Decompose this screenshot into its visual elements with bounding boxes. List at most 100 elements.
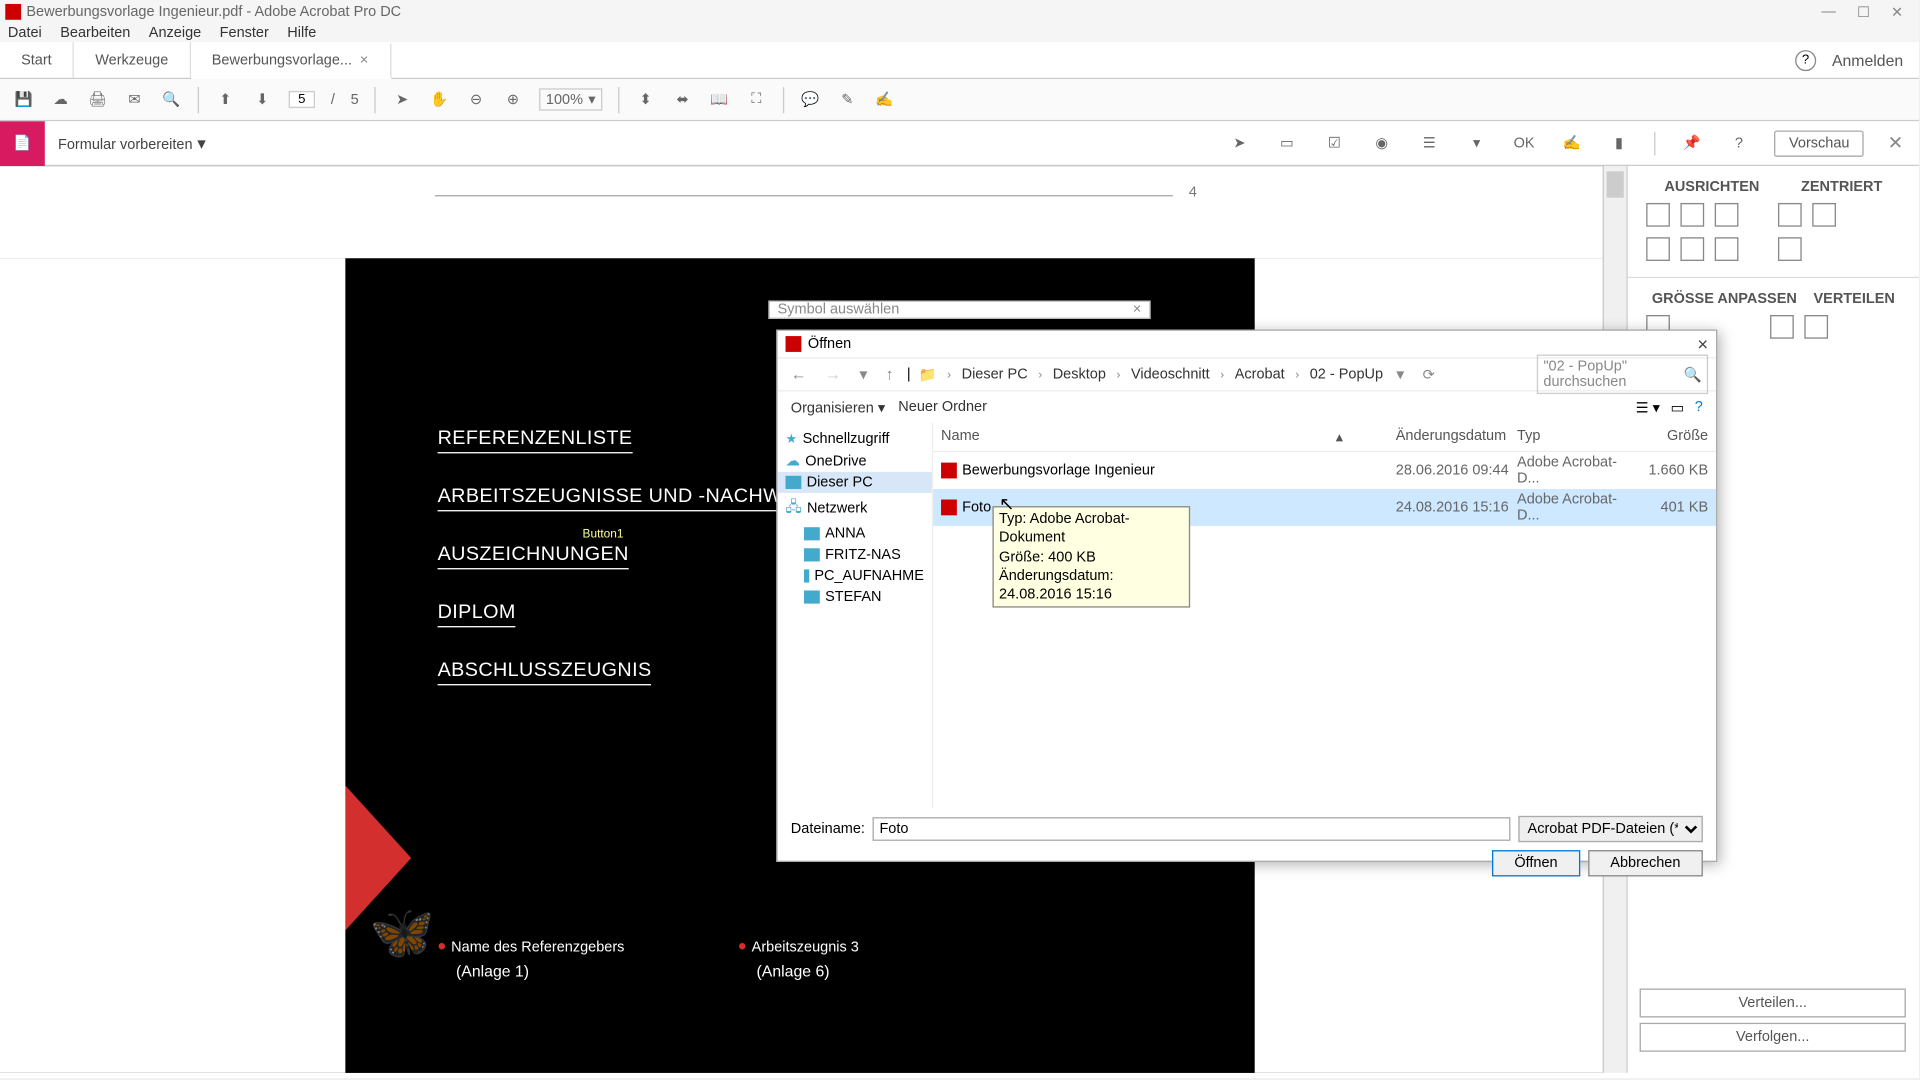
align-bottom-icon[interactable]	[1715, 237, 1739, 261]
breadcrumb[interactable]: Dieser PC	[962, 366, 1028, 382]
fit-page-icon[interactable]: ⬌	[672, 89, 693, 110]
column-size[interactable]: Größe	[1636, 428, 1708, 445]
page-up-icon[interactable]: ⬆	[215, 89, 236, 110]
file-type-select[interactable]: Acrobat PDF-Dateien (*.pdf)	[1518, 816, 1703, 842]
preview-button[interactable]: Vorschau	[1775, 130, 1864, 156]
new-folder-button[interactable]: Neuer Ordner	[898, 399, 987, 415]
reading-mode-icon[interactable]: 📖	[709, 89, 730, 110]
tree-this-pc[interactable]: Dieser PC	[778, 472, 932, 493]
tree-onedrive[interactable]: ☁OneDrive	[778, 449, 932, 471]
help-icon[interactable]: ?	[1795, 49, 1816, 70]
nav-up-icon[interactable]: ↑	[880, 365, 898, 383]
list-icon[interactable]: ☰	[1417, 131, 1441, 155]
signature-field-icon[interactable]: ✍	[1560, 131, 1584, 155]
view-mode-icon[interactable]: ☰ ▾	[1636, 399, 1660, 416]
print-icon[interactable]: 🖨	[87, 89, 108, 110]
zoom-select[interactable]: 100%▾	[539, 88, 602, 110]
close-tab-icon[interactable]: ×	[360, 52, 368, 68]
align-right-icon[interactable]	[1715, 203, 1739, 227]
menu-edit[interactable]: Bearbeiten	[60, 25, 130, 41]
close-dialog-icon[interactable]: ×	[1697, 333, 1708, 354]
pin-icon[interactable]: 📌	[1680, 131, 1704, 155]
align-middle-icon[interactable]	[1680, 237, 1704, 261]
distribute-h-icon[interactable]	[1770, 315, 1794, 339]
close-window-button[interactable]: ✕	[1891, 3, 1903, 20]
fullscreen-icon[interactable]: ⛶	[746, 89, 767, 110]
search-icon[interactable]: 🔍	[161, 89, 182, 110]
zoom-out-icon[interactable]: ⊖	[466, 89, 487, 110]
nav-forward-icon[interactable]: →	[820, 365, 846, 383]
form-toolbar-title[interactable]: Formular vorbereiten ▾	[45, 132, 219, 153]
cloud-icon[interactable]: ☁	[50, 89, 71, 110]
cancel-button[interactable]: Abbrechen	[1588, 850, 1703, 876]
track-button[interactable]: Verfolgen...	[1640, 1023, 1906, 1052]
tab-tools[interactable]: Werkzeuge	[74, 42, 191, 78]
close-symbol-dialog-icon[interactable]: ×	[1133, 302, 1141, 318]
sign-icon[interactable]: ✍	[874, 89, 895, 110]
fit-width-icon[interactable]: ⬍	[635, 89, 656, 110]
search-input[interactable]: "02 - PopUp" durchsuchen🔍	[1537, 355, 1708, 395]
signin-link[interactable]: Anmelden	[1832, 51, 1903, 69]
tab-document[interactable]: Bewerbungsvorlage...×	[191, 43, 391, 79]
help-dialog-icon[interactable]: ?	[1695, 399, 1703, 415]
nav-back-icon[interactable]: ←	[786, 365, 812, 383]
breadcrumb[interactable]: Videoschnitt	[1131, 366, 1210, 382]
breadcrumb[interactable]: Acrobat	[1235, 366, 1285, 382]
tree-network[interactable]: 🖧Netzwerk	[778, 493, 932, 523]
tree-network-item[interactable]: FRITZ-NAS	[778, 544, 932, 565]
hand-tool-icon[interactable]: ✋	[429, 89, 450, 110]
text-field-icon[interactable]: ▭	[1275, 131, 1299, 155]
menu-help[interactable]: Hilfe	[287, 25, 316, 41]
highlight-icon[interactable]: ✎	[837, 89, 858, 110]
heading-referenzenliste: REFERENZENLISTE	[438, 427, 633, 453]
refresh-icon[interactable]: ⟳	[1423, 366, 1435, 383]
center-h-icon[interactable]	[1778, 203, 1802, 227]
open-button[interactable]: Öffnen	[1492, 850, 1580, 876]
breadcrumb[interactable]: 02 - PopUp	[1310, 366, 1383, 382]
column-name[interactable]: Name	[941, 428, 1336, 445]
center-v-icon[interactable]	[1812, 203, 1836, 227]
save-icon[interactable]: 💾	[13, 89, 34, 110]
zoom-in-icon[interactable]: ⊕	[502, 89, 523, 110]
column-date[interactable]: Änderungsdatum	[1396, 428, 1517, 445]
menu-window[interactable]: Fenster	[220, 25, 269, 41]
tree-quick-access[interactable]: ★Schnellzugriff	[778, 428, 932, 449]
page-current-input[interactable]	[289, 91, 315, 108]
checkbox-icon[interactable]: ☑	[1322, 131, 1346, 155]
minimize-button[interactable]: —	[1821, 3, 1835, 20]
breadcrumb[interactable]: Desktop	[1053, 366, 1106, 382]
align-center-icon[interactable]	[1680, 203, 1704, 227]
organize-menu[interactable]: Organisieren ▾	[791, 399, 885, 416]
column-type[interactable]: Typ	[1517, 428, 1636, 445]
menu-view[interactable]: Anzeige	[149, 25, 201, 41]
scrollbar-thumb[interactable]	[1607, 171, 1624, 197]
sort-icon[interactable]: ▴	[1336, 428, 1343, 445]
radio-icon[interactable]: ◉	[1370, 131, 1394, 155]
button-field-icon[interactable]: OK	[1512, 131, 1536, 155]
dropdown-icon[interactable]: ▾	[1465, 131, 1489, 155]
menu-file[interactable]: Datei	[8, 25, 42, 41]
filename-input[interactable]	[873, 817, 1511, 841]
distribute-v-icon[interactable]	[1804, 315, 1828, 339]
center-both-icon[interactable]	[1778, 237, 1802, 261]
select-tool-icon[interactable]: ➤	[392, 89, 413, 110]
tree-network-item[interactable]: ANNA	[778, 523, 932, 544]
tree-network-item[interactable]: PC_AUFNAHME	[778, 565, 932, 586]
help-form-icon[interactable]: ?	[1727, 131, 1751, 155]
comment-icon[interactable]: 💬	[800, 89, 821, 110]
close-form-tool-icon[interactable]: ✕	[1888, 132, 1903, 154]
barcode-icon[interactable]: ▮	[1607, 131, 1631, 155]
crumb-dropdown-icon[interactable]: ▾	[1391, 365, 1409, 383]
preview-pane-icon[interactable]: ▭	[1671, 399, 1685, 416]
nav-chevron-icon[interactable]: ▾	[854, 365, 872, 383]
align-top-icon[interactable]	[1646, 237, 1670, 261]
maximize-button[interactable]: ☐	[1857, 3, 1870, 20]
tree-network-item[interactable]: STEFAN	[778, 587, 932, 608]
email-icon[interactable]: ✉	[124, 89, 145, 110]
align-left-icon[interactable]	[1646, 203, 1670, 227]
tab-start[interactable]: Start	[0, 42, 74, 78]
distribute-button[interactable]: Verteilen...	[1640, 988, 1906, 1017]
file-row[interactable]: Bewerbungsvorlage Ingenieur 28.06.2016 0…	[933, 452, 1716, 489]
arrow-tool-icon[interactable]: ➤	[1228, 131, 1252, 155]
page-down-icon[interactable]: ⬇	[252, 89, 273, 110]
